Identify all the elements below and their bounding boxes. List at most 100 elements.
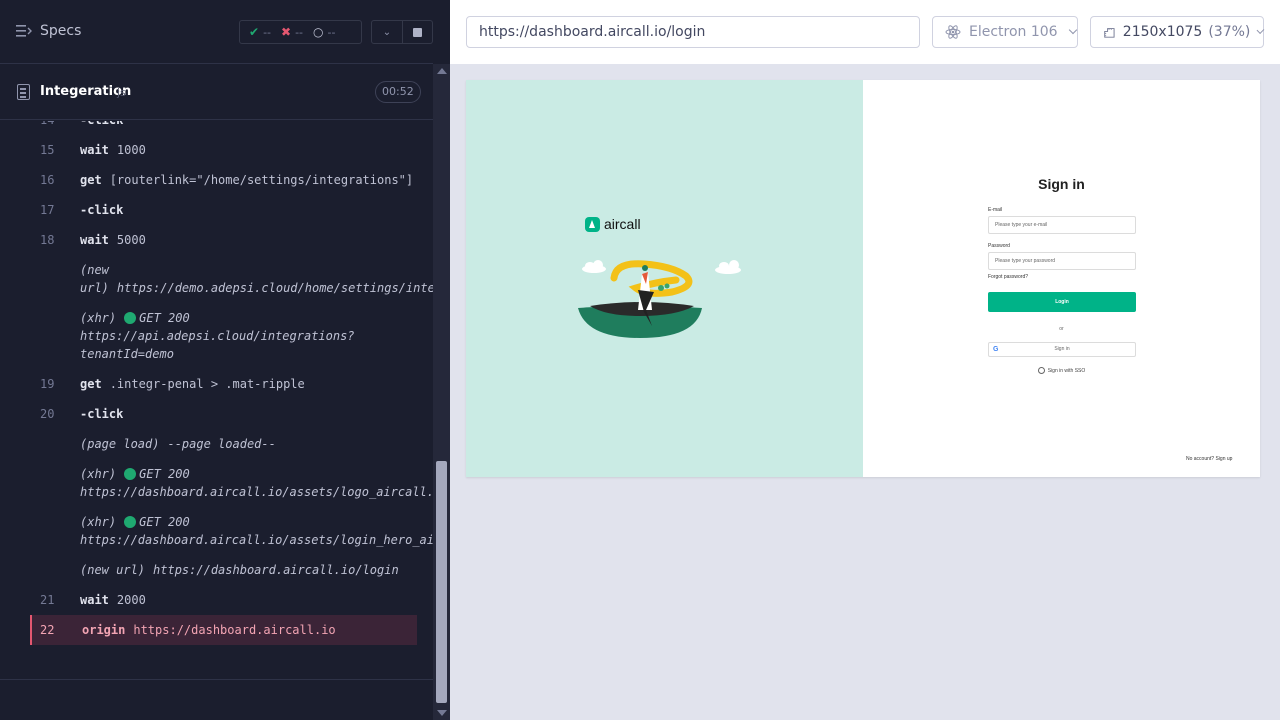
- scroll-down-icon[interactable]: [437, 710, 447, 716]
- duration-badge: 00:52: [375, 81, 421, 103]
- login-hero: aircall: [466, 80, 863, 477]
- log-line-number: 21: [40, 593, 55, 607]
- sso-signin-link[interactable]: Sign in with SSO: [863, 367, 1260, 374]
- application-under-test: aircall Sign in E-mail Please type your …: [466, 80, 1260, 477]
- pending-stat: ○ --: [313, 25, 335, 39]
- email-label: E-mail: [988, 207, 1003, 213]
- log-scrollbar[interactable]: [433, 64, 450, 720]
- log-command: -click: [80, 203, 124, 217]
- scroll-up-icon[interactable]: [437, 68, 447, 74]
- document-icon: [17, 84, 30, 100]
- log-entry[interactable]: 16 get [routerlink="/home/settings/integra…: [30, 165, 417, 195]
- passed-count: --: [263, 25, 272, 39]
- log-argument: https://dashboard.aircall.io: [133, 623, 336, 637]
- log-argument: 5000: [116, 233, 146, 247]
- specs-toggle[interactable]: Specs: [16, 23, 81, 39]
- signin-panel: Sign in E-mail Please type your e-mail P…: [863, 80, 1260, 477]
- log-command: wait: [80, 593, 109, 607]
- command-log-panel: Specs ✔ -- ✖ -- ○ -- ⌄ Integeration js 00:5…: [0, 0, 450, 720]
- sso-icon: [1037, 367, 1045, 374]
- failed-count: --: [295, 25, 304, 39]
- passed-stat: ✔ --: [249, 25, 271, 39]
- log-command: (new url): [80, 563, 146, 577]
- signin-title: Sign in: [1038, 176, 1085, 192]
- spec-file-row[interactable]: Integeration js 00:52: [0, 65, 433, 120]
- browser-name: Electron 106: [969, 24, 1058, 40]
- log-argument: [routerlink="/home/settings/integrations…: [109, 173, 414, 187]
- ruler-icon: [1104, 27, 1115, 38]
- specs-header: Specs ✔ -- ✖ -- ○ -- ⌄: [0, 0, 433, 64]
- log-line-number: 18: [40, 233, 55, 247]
- google-signin-label: Sign in: [1054, 346, 1070, 352]
- log-line-number: 20: [40, 407, 55, 421]
- chevron-down-icon: [1068, 25, 1077, 35]
- log-entry[interactable]: (new url) https://dashboard.aircall.io/lo…: [30, 555, 417, 585]
- log-command: -click: [80, 121, 123, 127]
- log-command: get: [80, 173, 102, 187]
- google-signin-button[interactable]: G Sign in: [988, 342, 1136, 357]
- log-entry[interactable]: 20 -click: [30, 399, 417, 429]
- log-entry[interactable]: 22 origin https://dashboard.aircall.io: [30, 615, 417, 645]
- log-entry[interactable]: (xhr) GET 200 https://dashboard.aircall.i…: [30, 507, 433, 555]
- forgot-password-link[interactable]: Forgot password?: [988, 274, 1028, 280]
- log-command: (xhr): [80, 515, 117, 529]
- preview-toolbar: https://dashboard.aircall.io/login Elect…: [450, 0, 1280, 64]
- signup-link[interactable]: No account? Sign up: [1186, 456, 1232, 462]
- log-argument: 1000: [116, 143, 146, 157]
- aircall-logo: aircall: [585, 216, 641, 232]
- browser-selector[interactable]: Electron 106: [932, 16, 1078, 48]
- log-line-number: 19: [40, 377, 55, 391]
- chevron-down-icon: ⌄: [382, 26, 392, 38]
- log-argument: 2000: [116, 593, 146, 607]
- log-entry[interactable]: (xhr) GET 200 https://api.adepsi.cloud/in…: [30, 303, 417, 369]
- email-field[interactable]: Please type your e-mail: [988, 216, 1136, 234]
- status-dot-icon: [124, 468, 137, 480]
- electron-icon: [945, 25, 961, 39]
- log-command: -click: [80, 407, 124, 421]
- viewport-scale: (37%): [1208, 24, 1251, 40]
- status-dot-icon: [124, 312, 137, 324]
- spinner-icon: ○: [313, 25, 324, 39]
- scrollbar-thumb[interactable]: [436, 461, 447, 703]
- google-icon: G: [993, 346, 999, 353]
- log-entry[interactable]: 21 wait 2000: [30, 585, 417, 615]
- pending-count: --: [327, 25, 336, 39]
- log-command: wait: [80, 143, 109, 157]
- log-entry[interactable]: 17 -click: [30, 195, 417, 225]
- log-command: (xhr): [80, 467, 117, 481]
- check-icon: ✔: [249, 25, 260, 39]
- log-command: get: [80, 377, 102, 391]
- sso-label: Sign in with SSO: [1047, 367, 1086, 374]
- log-entry[interactable]: 18 wait 5000: [30, 225, 417, 255]
- or-divider: or: [1059, 326, 1064, 332]
- url-bar[interactable]: https://dashboard.aircall.io/login: [466, 16, 920, 48]
- password-label: Password: [988, 243, 1010, 249]
- log-line-number: 22: [40, 623, 55, 637]
- log-entry[interactable]: (new url) https://demo.adepsi.cloud/home/…: [30, 255, 433, 303]
- log-command: (new url): [80, 263, 109, 295]
- stop-button[interactable]: [403, 20, 433, 44]
- test-stats: ✔ -- ✖ -- ○ --: [239, 20, 362, 44]
- log-line-number: 15: [40, 143, 55, 157]
- viewport-selector[interactable]: 2150x1075 (37%): [1090, 16, 1265, 48]
- log-entry[interactable]: 15 wait 1000: [30, 135, 417, 165]
- login-button[interactable]: Login: [988, 292, 1136, 312]
- log-line-number: 14: [40, 121, 54, 129]
- log-entry[interactable]: (page load) --page loaded--: [30, 429, 417, 459]
- menu-collapse-icon: [16, 25, 32, 37]
- expand-button[interactable]: ⌄: [371, 20, 403, 44]
- x-icon: ✖: [281, 25, 292, 39]
- chevron-down-icon: [1256, 26, 1265, 34]
- status-dot-icon: [124, 516, 137, 528]
- log-line-number: 17: [40, 203, 55, 217]
- log-footer: [0, 679, 433, 720]
- password-field[interactable]: Please type your password: [988, 252, 1136, 270]
- log-entry[interactable]: (xhr) GET 200 https://dashboard.aircall.i…: [30, 459, 433, 507]
- hero-illustration: [578, 260, 741, 338]
- log-entry[interactable]: 14 -click: [30, 121, 417, 135]
- log-argument: GET 200 https://api.adepsi.cloud/integra…: [80, 311, 355, 361]
- log-argument: https://demo.adepsi.cloud/home/settings/…: [116, 281, 433, 295]
- log-argument: --page loaded--: [167, 437, 276, 451]
- aircall-logo-text: aircall: [604, 216, 641, 232]
- log-entry[interactable]: 19 get .integr-penal > .mat-ripple: [30, 369, 417, 399]
